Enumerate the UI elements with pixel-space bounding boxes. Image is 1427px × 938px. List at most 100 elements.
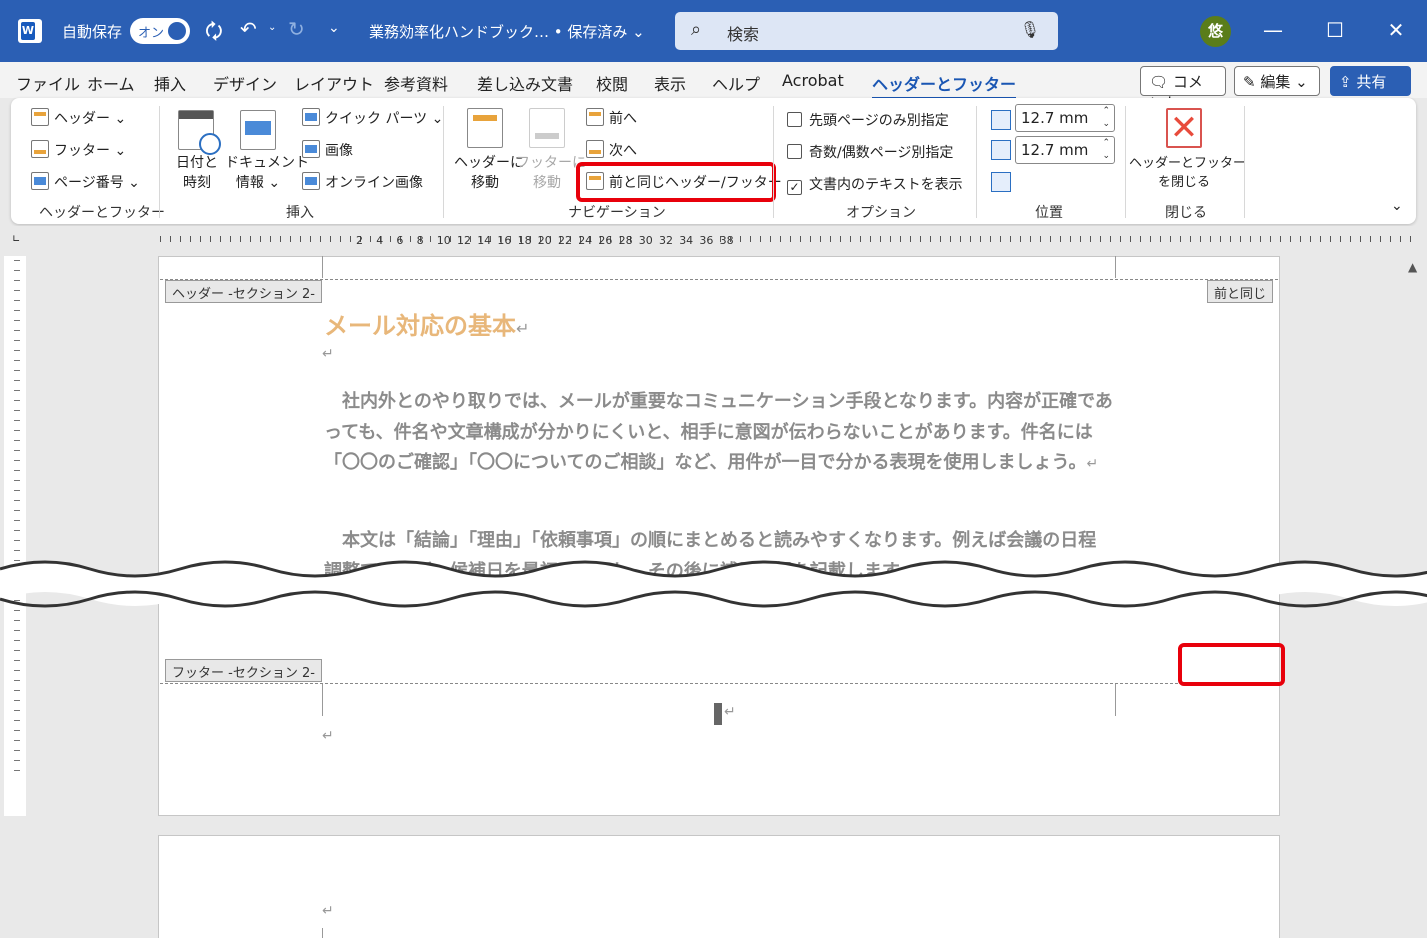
ruler-number: 12 xyxy=(457,234,471,247)
share-button[interactable]: ⇪ 共有 ⌄ xyxy=(1330,66,1411,110)
odd-even-different-checkbox[interactable]: 奇数/偶数ページ別指定 xyxy=(787,142,953,162)
date-time-button[interactable]: 日付と 時刻 xyxy=(175,152,219,192)
tab-insert[interactable]: 挿入 xyxy=(154,71,186,95)
online-image-button[interactable]: オンライン画像 xyxy=(302,172,423,192)
close-header-footer-button[interactable]: ヘッダーとフッター を閉じる xyxy=(1129,152,1246,190)
edit-button[interactable]: ✎ 編集 ⌄ xyxy=(1234,66,1320,96)
group-label-position: 位置 xyxy=(1035,205,1063,221)
goto-header-button[interactable]: ヘッダーに 移動 xyxy=(454,152,524,192)
footer-section-tag: フッター -セクション 2- xyxy=(165,659,322,682)
search-box[interactable]: ⌕ 検索 🎙 xyxy=(675,12,1058,50)
previous-button[interactable]: 前へ xyxy=(586,108,637,128)
ruler-tick xyxy=(800,236,801,242)
redo-icon[interactable]: ↻ xyxy=(288,17,305,41)
ruler-tick xyxy=(160,236,161,242)
microphone-icon[interactable]: 🎙 xyxy=(1020,20,1040,39)
close-header-footer-icon[interactable]: ✕ xyxy=(1166,108,1202,148)
tab-view[interactable]: 表示 xyxy=(654,71,686,95)
vruler-tick xyxy=(14,280,20,281)
undo-icon[interactable]: ↶ xyxy=(240,17,257,41)
header-section-tag: ヘッダー -セクション 2- xyxy=(165,280,322,303)
ruler-tick xyxy=(1290,236,1291,242)
vruler-tick xyxy=(14,730,20,731)
vruler-tick xyxy=(14,710,20,711)
collapse-ribbon-icon[interactable]: ⌄ xyxy=(1391,198,1403,214)
vruler-tick xyxy=(14,700,20,701)
footer-position-input[interactable]: 12.7 mm ⌃ ⌄ xyxy=(1015,136,1115,164)
tab-mailings[interactable]: 差し込み文書 xyxy=(477,71,573,95)
ribbon: ヘッダー ⌄ フッター ⌄ ページ番号 ⌄ ヘッダーとフッター 日付と 時刻 ドキ… xyxy=(11,98,1416,224)
group-label-navigation: ナビゲーション xyxy=(568,205,666,221)
ruler-number: 28 xyxy=(618,234,633,247)
page-number-label: ページ番号 xyxy=(54,175,124,191)
footer-position-icon xyxy=(991,140,1011,160)
vruler-tick xyxy=(14,750,20,751)
ruler-tick xyxy=(1130,236,1131,242)
vruler-tick xyxy=(14,660,20,661)
ruler-tick xyxy=(1330,236,1331,242)
tab-selector-icon[interactable]: ∟ xyxy=(12,234,20,245)
tab-help[interactable]: ヘルプ xyxy=(712,71,760,95)
vruler-tick xyxy=(14,270,20,271)
undo-dropdown-icon[interactable]: ⌄ xyxy=(268,22,276,33)
spinner-arrows[interactable]: ⌃ ⌄ xyxy=(1102,137,1110,163)
document-heading[interactable]: メール対応の基本↵ xyxy=(324,306,529,341)
vertical-ruler[interactable] xyxy=(4,256,26,816)
group-label-options: オプション xyxy=(846,205,916,221)
image-button[interactable]: 画像 xyxy=(302,140,353,160)
close-icon[interactable]: ✕ xyxy=(1381,18,1411,42)
minimize-icon[interactable]: — xyxy=(1258,18,1288,42)
ruler-tick xyxy=(430,236,431,242)
horizontal-ruler[interactable]: ∟ 2 4 6 8 10 12 14 16 18 20 22 24 26 28 30 32 34 36 38 xyxy=(0,226,1427,254)
show-document-text-checkbox[interactable]: ✓ 文書内のテキストを表示 xyxy=(787,174,963,195)
previous-icon xyxy=(586,108,604,126)
document-title[interactable]: 業務効率化ハンドブック… • 保存済み ⌄ xyxy=(369,21,645,42)
goto-header-icon[interactable] xyxy=(467,108,503,148)
ruler-tick xyxy=(190,236,191,242)
ruler-tick xyxy=(750,236,751,242)
next-button[interactable]: 次へ xyxy=(586,140,637,160)
tab-review[interactable]: 校閲 xyxy=(596,71,628,95)
first-page-different-checkbox[interactable]: 先頭ページのみ別指定 xyxy=(787,110,949,130)
header-button[interactable]: ヘッダー ⌄ xyxy=(31,108,126,128)
scroll-up-icon[interactable]: ▲ xyxy=(1408,260,1417,274)
spinner-arrows[interactable]: ⌃ ⌄ xyxy=(1102,105,1110,131)
tab-acrobat[interactable]: Acrobat xyxy=(782,71,844,90)
ruler-tick xyxy=(1260,236,1261,242)
ruler-number: 6 xyxy=(396,234,404,247)
footer-button[interactable]: フッター ⌄ xyxy=(31,140,126,160)
separator xyxy=(443,106,444,218)
ruler-tick xyxy=(1360,236,1361,242)
autosave-state: オン xyxy=(138,26,165,41)
page-number-button[interactable]: ページ番号 ⌄ xyxy=(31,172,140,192)
ruler-tick xyxy=(280,236,281,242)
maximize-icon[interactable]: ☐ xyxy=(1320,18,1350,42)
tab-home[interactable]: ホーム xyxy=(87,71,135,95)
menu-bar: ファイル ホーム 挿入 デザイン レイアウト 参考資料 差し込み文書 校閲 表示… xyxy=(0,62,1427,112)
date-time-icon[interactable] xyxy=(178,110,221,155)
insert-alignment-tab-icon[interactable] xyxy=(991,172,1011,192)
highlight-box-same-as-previous-removed xyxy=(1178,643,1285,686)
document-info-button[interactable]: ドキュメント 情報 ⌄ xyxy=(225,152,309,192)
tab-references[interactable]: 参考資料 xyxy=(384,71,448,95)
body-paragraph-1[interactable]: 社内外とのやり取りでは、メールが重要なコミュニケーション手段となります。内容が正… xyxy=(324,387,1114,480)
save-icon[interactable]: 🗘 xyxy=(205,17,223,51)
ruler-number: 32 xyxy=(659,234,673,247)
document-info-icon[interactable] xyxy=(240,110,276,150)
tab-header-footer[interactable]: ヘッダーとフッター xyxy=(872,71,1017,100)
autosave-toggle[interactable]: オン xyxy=(130,18,190,44)
page-2[interactable] xyxy=(158,835,1280,938)
tab-design[interactable]: デザイン xyxy=(213,71,277,95)
tab-layout[interactable]: レイアウト xyxy=(294,71,374,95)
ruler-tick xyxy=(850,236,851,242)
avatar[interactable]: 悠 xyxy=(1200,16,1231,47)
comment-button[interactable]: 🗨 コメント xyxy=(1140,66,1226,112)
quick-parts-button[interactable]: クイック パーツ ⌄ xyxy=(302,108,443,128)
highlight-box-link-previous xyxy=(576,162,776,202)
header-position-input[interactable]: 12.7 mm ⌃ ⌄ xyxy=(1015,104,1115,132)
ruler-number: 34 xyxy=(679,234,694,247)
customize-qat-icon[interactable]: ⌄ xyxy=(328,20,340,36)
tab-file[interactable]: ファイル xyxy=(16,71,80,95)
margin-corner xyxy=(322,256,323,278)
ruler-tick xyxy=(860,236,861,242)
